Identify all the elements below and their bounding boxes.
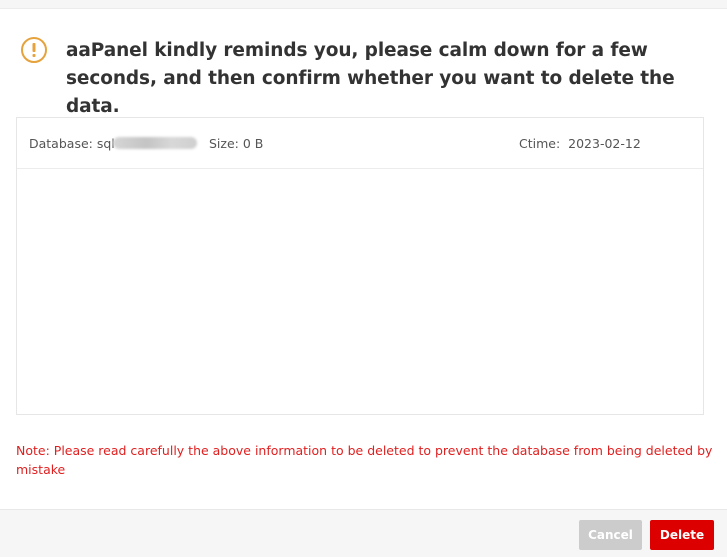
database-label: Database: sql xyxy=(29,136,115,151)
ctime-value: 2023-02-12 xyxy=(568,136,641,151)
ctime-label: Ctime: xyxy=(519,136,561,151)
warning-note: Note: Please read carefully the above in… xyxy=(16,443,713,477)
size-cell: Size: 0 B xyxy=(209,136,263,151)
dialog-footer: Cancel Delete xyxy=(0,509,727,557)
ctime-cell: Ctime: 2023-02-12 xyxy=(519,136,641,151)
delete-info-panel: Database: sql Size: 0 B Ctime: 2023-02-1… xyxy=(16,117,704,415)
dialog-top-strip xyxy=(0,0,727,9)
database-cell: Database: sql xyxy=(29,136,197,151)
size-value: 0 B xyxy=(242,136,264,151)
database-row: Database: sql Size: 0 B Ctime: 2023-02-1… xyxy=(17,118,703,169)
redacted-name xyxy=(112,137,197,149)
size-label: Size: xyxy=(209,136,239,151)
warning-icon xyxy=(21,37,47,63)
cancel-button[interactable]: Cancel xyxy=(579,520,642,550)
delete-button[interactable]: Delete xyxy=(650,520,714,550)
dialog-headline: aaPanel kindly reminds you, please calm … xyxy=(66,40,675,117)
